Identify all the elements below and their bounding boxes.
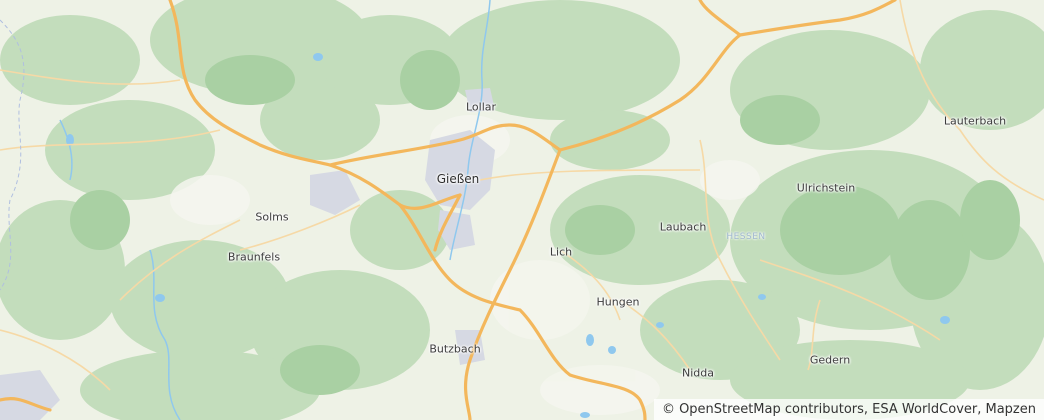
- region-label-hessen: HESSEN: [726, 232, 766, 242]
- place-label-laubach: Laubach: [659, 220, 707, 234]
- map-view[interactable]: Lollar Gießen Solms Braunfels Lich Lauba…: [0, 0, 1044, 420]
- place-label-solms: Solms: [255, 210, 289, 224]
- place-label-hungen: Hungen: [596, 295, 640, 309]
- place-label-lauterbach: Lauterbach: [943, 114, 1007, 128]
- place-label-lollar: Lollar: [465, 100, 497, 114]
- place-label-nidda: Nidda: [682, 366, 714, 380]
- place-label-lich: Lich: [549, 245, 573, 259]
- place-label-butzbach: Butzbach: [429, 342, 481, 356]
- place-label-braunfels: Braunfels: [227, 250, 281, 264]
- map-canvas: [0, 0, 1044, 420]
- place-label-giessen: Gießen: [436, 172, 480, 186]
- place-label-ulrichstein: Ulrichstein: [796, 181, 856, 195]
- map-attribution[interactable]: © OpenStreetMap contributors, ESA WorldC…: [653, 399, 1044, 420]
- place-label-gedern: Gedern: [809, 353, 851, 367]
